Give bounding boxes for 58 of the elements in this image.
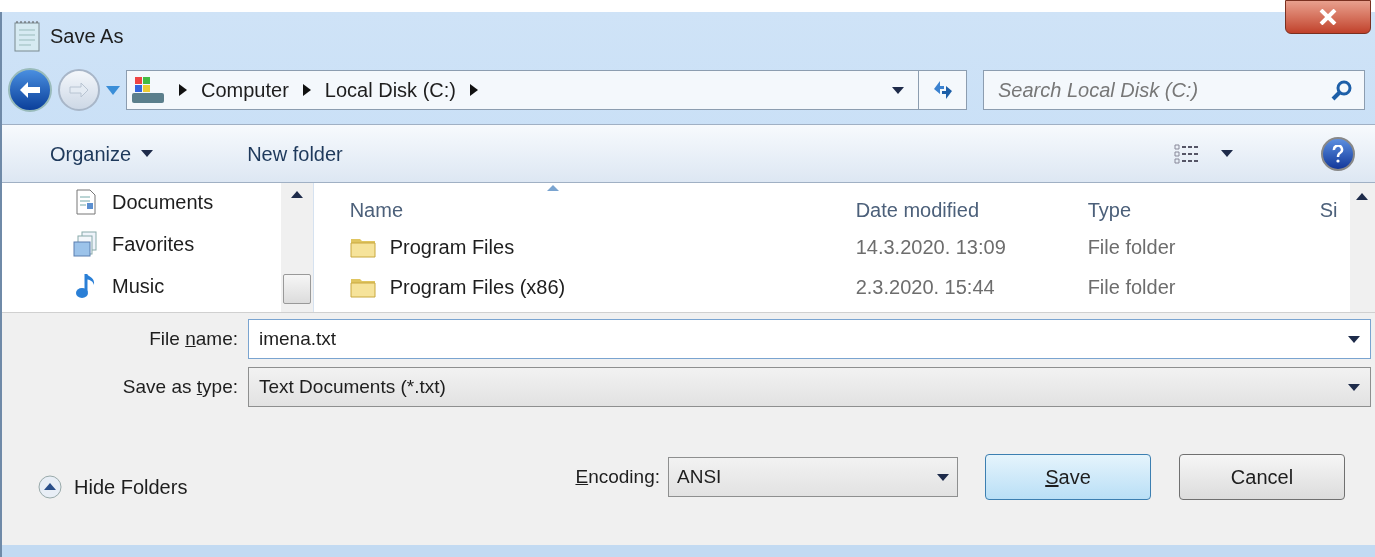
scroll-up-icon (291, 191, 304, 198)
field-label: Save as type: (121, 374, 239, 399)
sidebar-scrollbar[interactable] (281, 183, 313, 312)
file-name-field[interactable]: imena.txt (248, 319, 1371, 359)
history-dropdown-icon[interactable] (106, 85, 120, 95)
music-note-icon (75, 272, 97, 300)
chevron-right-icon[interactable] (179, 84, 187, 96)
file-type-dropdown[interactable]: Text Documents (*.txt) (248, 367, 1371, 407)
file-row[interactable]: Program Files 14.3.2020. 13:09 File folder (349, 227, 1350, 267)
question-mark-icon (1332, 144, 1344, 163)
sidebar-item[interactable]: Music (72, 271, 282, 301)
library-icon (73, 231, 99, 257)
encoding-dropdown[interactable]: ANSI (668, 457, 958, 497)
forward-arrow-icon (69, 82, 89, 98)
dropdown-arrow-icon (1348, 335, 1360, 343)
help-button[interactable] (1321, 136, 1355, 171)
search-field[interactable]: Search Local Disk (C:) (983, 70, 1365, 110)
folder-icon (349, 276, 376, 298)
sort-ascending-icon (546, 185, 559, 191)
scroll-up-icon (1356, 193, 1369, 200)
hide-folders-button[interactable]: Hide Folders (38, 472, 188, 502)
field-label: File name: (148, 326, 239, 351)
breadcrumb[interactable]: Computer (201, 75, 289, 105)
chevron-right-icon[interactable] (302, 84, 311, 96)
close-button[interactable] (1285, 0, 1371, 34)
address-dropdown-icon (892, 86, 904, 94)
details-view-icon (1173, 142, 1201, 165)
dropdown-arrow-icon (1221, 150, 1233, 157)
encoding-label: Encoding: (575, 464, 660, 489)
back-button[interactable] (8, 68, 52, 112)
column-header[interactable]: Si (1319, 195, 1350, 225)
save-button[interactable]: Save (985, 454, 1151, 500)
list-scrollbar[interactable] (1349, 183, 1375, 312)
dropdown-arrow-icon (937, 473, 949, 481)
sidebar-item[interactable]: Favorites (72, 229, 282, 259)
file-row[interactable]: Program Files (x86) 2.3.2020. 15:44 File folder (349, 267, 1350, 307)
column-header[interactable]: Type (1087, 195, 1320, 225)
dropdown-arrow-icon (1348, 383, 1360, 391)
scroll-thumb[interactable] (283, 274, 312, 304)
window-title: Save As (50, 24, 124, 49)
folder-icon (349, 236, 376, 258)
close-icon (1319, 9, 1337, 25)
cancel-button[interactable]: Cancel (1179, 454, 1345, 500)
search-icon (1331, 79, 1353, 101)
column-header[interactable]: Name (349, 195, 856, 225)
sidebar-item[interactable]: Documents (72, 187, 282, 217)
notepad-icon (12, 20, 42, 52)
document-icon (75, 189, 97, 215)
breadcrumb[interactable]: Local Disk (C:) (324, 75, 456, 105)
toolbar-button[interactable]: New folder (229, 133, 361, 174)
back-arrow-icon (19, 81, 41, 99)
chevron-right-icon[interactable] (469, 84, 478, 96)
column-header[interactable]: Date modified (855, 195, 1088, 225)
organize-menu-button[interactable]: Organize (32, 133, 172, 174)
dropdown-arrow-icon (141, 150, 154, 157)
address-bar[interactable]: Computer Local Disk (C:) (126, 70, 967, 110)
collapse-icon (38, 475, 62, 499)
computer-drive-icon (131, 75, 165, 105)
